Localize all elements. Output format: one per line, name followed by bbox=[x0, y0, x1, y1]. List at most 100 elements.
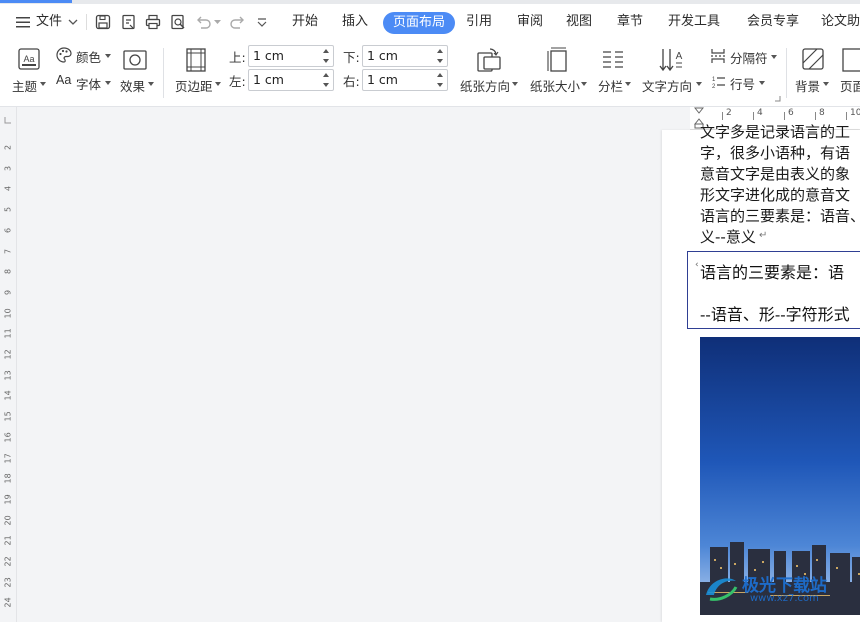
margin-top-label: 上: bbox=[229, 50, 246, 65]
ruler-number: 10 bbox=[850, 108, 860, 118]
paper-size-icon bbox=[547, 47, 567, 72]
theme-icon: Aa bbox=[18, 48, 40, 70]
print-icon[interactable] bbox=[145, 14, 161, 30]
text-direction-label: 文字方向 bbox=[642, 79, 693, 94]
chevron-down-icon bbox=[581, 82, 587, 86]
orientation-button[interactable]: 纸张方向 bbox=[458, 46, 520, 96]
ruler-number: 10 bbox=[3, 307, 13, 319]
line-numbers-icon: 1 2 bbox=[712, 77, 725, 90]
background-icon bbox=[802, 48, 824, 70]
print-preview-icon[interactable] bbox=[170, 14, 186, 30]
tab-references[interactable]: 引用 bbox=[466, 4, 492, 40]
dialog-launcher-icon[interactable] bbox=[775, 96, 781, 102]
ruler-number: 2 bbox=[726, 108, 732, 118]
ruler-number: 3 bbox=[3, 165, 13, 171]
margin-left-label: 左: bbox=[229, 74, 246, 89]
anchor-icon: ‹ bbox=[695, 260, 699, 270]
chevron-down-icon bbox=[215, 82, 221, 86]
body-text-line[interactable]: 字，很多小语种，有语 bbox=[700, 143, 850, 164]
undo-icon[interactable] bbox=[195, 15, 211, 29]
line-numbers-button[interactable]: 1 2 行号 bbox=[709, 72, 771, 92]
text-box-line[interactable]: 语言的三要素是：语 bbox=[700, 259, 844, 283]
ruler-tick bbox=[815, 112, 816, 120]
ruler-number: 21 bbox=[3, 535, 13, 546]
inserted-image[interactable]: 极光下载站 www.xz7.com bbox=[700, 337, 860, 615]
spinner-arrows-icon[interactable] bbox=[322, 71, 330, 89]
paper-size-label: 纸张大小 bbox=[530, 79, 581, 94]
text-direction-button[interactable]: A 文字方向 bbox=[640, 46, 702, 96]
page-border-button[interactable]: 页面 bbox=[838, 46, 860, 96]
save-icon[interactable] bbox=[95, 14, 111, 30]
paragraph-mark-icon: ↵ bbox=[759, 230, 768, 241]
body-text-line[interactable]: 文字多是记录语言的工 bbox=[700, 122, 850, 143]
ruler-tick bbox=[753, 112, 754, 120]
tab-review[interactable]: 审阅 bbox=[517, 4, 543, 40]
margin-left-input[interactable]: 1 cm bbox=[248, 69, 334, 91]
effects-icon bbox=[123, 50, 147, 70]
ruler-number: 9 bbox=[3, 289, 13, 295]
chevron-down-icon bbox=[512, 82, 518, 86]
tab-insert[interactable]: 插入 bbox=[342, 4, 368, 40]
ruler-number: 6 bbox=[788, 108, 794, 118]
margin-bottom-label: 下: bbox=[343, 50, 360, 65]
tab-page-layout[interactable]: 页面布局 bbox=[383, 12, 456, 34]
ruler-number: 6 bbox=[3, 227, 13, 233]
margins-label: 页边距 bbox=[175, 79, 213, 94]
document-page[interactable]: 文字多是记录语言的工 字，很多小语种，有语 意音文字是由表义的象 形文字进化成的… bbox=[662, 123, 860, 622]
breaks-button[interactable]: 分隔符 bbox=[709, 46, 781, 66]
line-numbers-label: 行号 bbox=[730, 77, 756, 92]
tab-view[interactable]: 视图 bbox=[566, 4, 592, 40]
active-document-indicator bbox=[0, 0, 72, 3]
tab-member[interactable]: 会员专享 bbox=[747, 4, 799, 40]
ruler-number: 23 bbox=[3, 577, 13, 588]
export-pdf-icon[interactable] bbox=[121, 14, 137, 30]
ruler-number: 19 bbox=[3, 494, 13, 505]
spinner-arrows-icon[interactable] bbox=[322, 47, 330, 65]
effects-label: 效果 bbox=[120, 79, 146, 94]
ruler-number: 4 bbox=[757, 108, 763, 118]
fonts-button[interactable]: Aa 字体 bbox=[56, 72, 116, 92]
margin-right-input[interactable]: 1 cm bbox=[362, 69, 448, 91]
theme-label: 主题 bbox=[12, 79, 38, 94]
chevron-down-icon bbox=[771, 55, 777, 59]
columns-button[interactable]: 分栏 bbox=[596, 46, 634, 96]
body-text-line[interactable]: 形文字进化成的意音文 bbox=[700, 185, 850, 206]
file-menu[interactable]: 文件 bbox=[12, 4, 82, 40]
ruler-number: 8 bbox=[3, 269, 13, 275]
text-box-line[interactable]: --语音、形--字符形式 bbox=[700, 301, 850, 325]
ruler-number: 12 bbox=[3, 349, 13, 360]
palette-icon bbox=[56, 47, 72, 63]
spinner-arrows-icon[interactable] bbox=[436, 47, 444, 65]
watermark-logo-icon bbox=[706, 578, 738, 601]
ruler-number: 2 bbox=[3, 144, 13, 151]
document-canvas[interactable] bbox=[17, 130, 662, 622]
margins-button[interactable]: 页边距 bbox=[173, 46, 221, 96]
tab-home[interactable]: 开始 bbox=[292, 4, 318, 40]
page-border-icon bbox=[842, 48, 860, 72]
chevron-down-icon bbox=[105, 54, 111, 58]
customize-toolbar-icon[interactable] bbox=[257, 18, 267, 27]
background-button[interactable]: 背景 bbox=[793, 46, 833, 96]
undo-dropdown-icon[interactable] bbox=[214, 20, 221, 25]
redo-icon[interactable] bbox=[230, 15, 246, 29]
margin-bottom-input[interactable]: 1 cm bbox=[362, 45, 448, 67]
ruler-corner-icon bbox=[4, 117, 11, 124]
page-break-icon bbox=[711, 49, 725, 63]
tab-paper-assistant[interactable]: 论文助手 bbox=[821, 4, 860, 40]
margin-top-input[interactable]: 1 cm bbox=[248, 45, 334, 67]
paper-size-button[interactable]: 纸张大小 bbox=[528, 46, 590, 96]
tab-developer[interactable]: 开发工具 bbox=[668, 4, 720, 40]
body-text-line[interactable]: 义--意义 bbox=[700, 227, 756, 248]
fonts-label: 字体 bbox=[76, 77, 102, 92]
text-box[interactable]: ‹ 语言的三要素是：语 --语音、形--字符形式 bbox=[687, 251, 860, 329]
body-text-line[interactable]: 语言的三要素是：语音、 bbox=[700, 206, 860, 227]
spinner-arrows-icon[interactable] bbox=[436, 71, 444, 89]
chevron-down-icon bbox=[696, 82, 702, 86]
colors-button[interactable]: 颜色 bbox=[56, 46, 116, 66]
theme-button[interactable]: Aa 主题 bbox=[10, 46, 46, 96]
svg-text:2: 2 bbox=[712, 84, 716, 90]
chevron-down-icon bbox=[759, 81, 765, 85]
tab-chapter[interactable]: 章节 bbox=[617, 4, 643, 40]
effects-button[interactable]: 效果 bbox=[119, 46, 155, 96]
body-text-line[interactable]: 意音文字是由表义的象 bbox=[700, 164, 850, 185]
